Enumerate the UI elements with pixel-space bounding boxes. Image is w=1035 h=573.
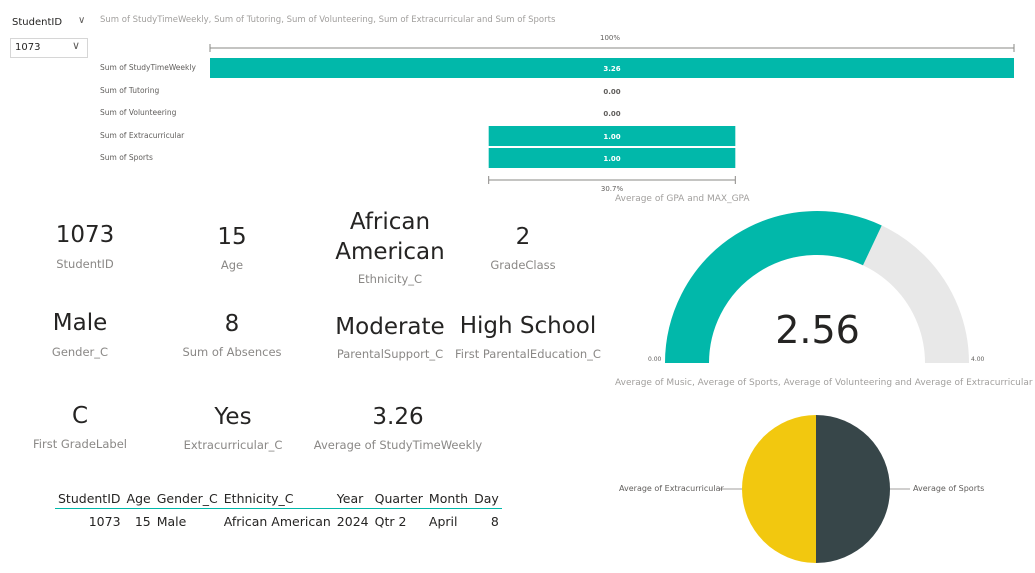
card-studentid-value: 1073 [55,222,115,248]
chevron-down-icon[interactable]: ∨ [78,15,85,26]
card-studytime-value: 3.26 [372,404,424,430]
funnel-value-label: 1.00 [603,155,620,163]
card-studytime-label: Average of StudyTimeWeekly [313,438,483,452]
table-cell: 1073 [88,513,121,529]
table-cell: Qtr 2 [374,513,407,529]
gauge-value: 2.56 [775,308,860,352]
card-ethnicity-label: Ethnicity_C [357,272,423,286]
card-studentid-label: StudentID [56,257,114,271]
column-header[interactable]: Month [425,488,472,509]
funnel-value-label: 3.26 [603,65,620,73]
card-gender-label: Gender_C [51,345,109,359]
card-ethnicity-value-line2: American [335,239,445,265]
funnel-category-label: Sum of StudyTimeWeekly [100,63,196,72]
funnel-value-label: 0.00 [603,88,620,96]
funnel-value-label: 1.00 [603,133,620,141]
column-header[interactable]: Year [333,488,372,509]
card-absences-value: 8 [224,311,240,337]
table-cell: 15 [134,513,151,529]
pie-label-sports: Average of Sports [913,484,985,493]
slicer-title: StudentID [12,17,63,28]
column-header[interactable]: Gender_C [153,488,221,509]
slicer-selected-value[interactable]: 1073 [15,42,40,53]
funnel-bottom-axis [488,176,736,184]
card-gradelabel-value: C [71,403,89,429]
funnel-category-label: Sum of Tutoring [100,86,160,95]
card-extracurricular-value: Yes [214,404,252,430]
pie-leader-lines [720,488,910,490]
card-parentalsupport-value: Moderate [335,314,445,340]
column-header[interactable]: Age [123,488,154,509]
card-gradelabel-label: First GradeLabel [33,437,127,451]
funnel-chart: 3.26 0.00 0.00 1.00 1.00 [209,44,1015,184]
column-header[interactable]: Day [471,488,502,509]
table-cell: Male [156,513,187,529]
funnel-category-label: Sum of Sports [100,153,153,162]
funnel-bars: 3.26 0.00 0.00 1.00 1.00 [210,58,1014,168]
card-parentalsupport-label: ParentalSupport_C [336,347,444,361]
column-header[interactable]: StudentID [55,488,124,509]
funnel-value-label: 0.00 [603,110,620,118]
chevron-down-icon[interactable]: ∨ [72,39,80,52]
student-table: StudentID Age Gender_C Ethnicity_C Year … [55,488,502,533]
table-header-row: StudentID Age Gender_C Ethnicity_C Year … [55,488,502,509]
card-gradeclass-value: 2 [515,224,531,250]
funnel-bottom-percent: 30.7% [600,185,624,193]
table-cell: April [428,513,458,529]
card-age-value: 15 [217,224,247,250]
card-ethnicity-value-line1: African [349,209,431,235]
funnel-category-label: Sum of Volunteering [100,108,177,117]
funnel-chart-title: Sum of StudyTimeWeekly, Sum of Tutoring,… [100,15,556,25]
column-header[interactable]: Ethnicity_C [220,488,334,509]
table-cell: African American [223,513,331,529]
card-age-label: Age [220,258,244,272]
gauge-min-label: 0.00 [648,356,662,363]
gauge-title: Average of GPA and MAX_GPA [615,194,750,204]
card-parentaleducation-label: First ParentalEducation_C [455,347,601,361]
table-cell: 2024 [336,513,369,529]
funnel-top-axis [209,44,1015,52]
pie-label-extracurricular: Average of Extracurricular [619,484,724,493]
card-absences-label: Sum of Absences [182,345,282,359]
gauge-max-label: 4.00 [971,356,985,363]
table-row[interactable]: 1073 15 Male African American 2024 Qtr 2… [55,509,502,534]
card-gender-value: Male [52,310,108,336]
funnel-category-label: Sum of Extracurricular [100,131,185,140]
card-gradeclass-label: GradeClass [490,258,556,272]
card-parentaleducation-value: High School [459,313,597,339]
table-cell: 8 [490,513,499,529]
column-header[interactable]: Quarter [371,488,426,509]
card-extracurricular-label: Extracurricular_C [183,438,283,452]
pie-chart-title: Average of Music, Average of Sports, Ave… [615,378,1033,388]
